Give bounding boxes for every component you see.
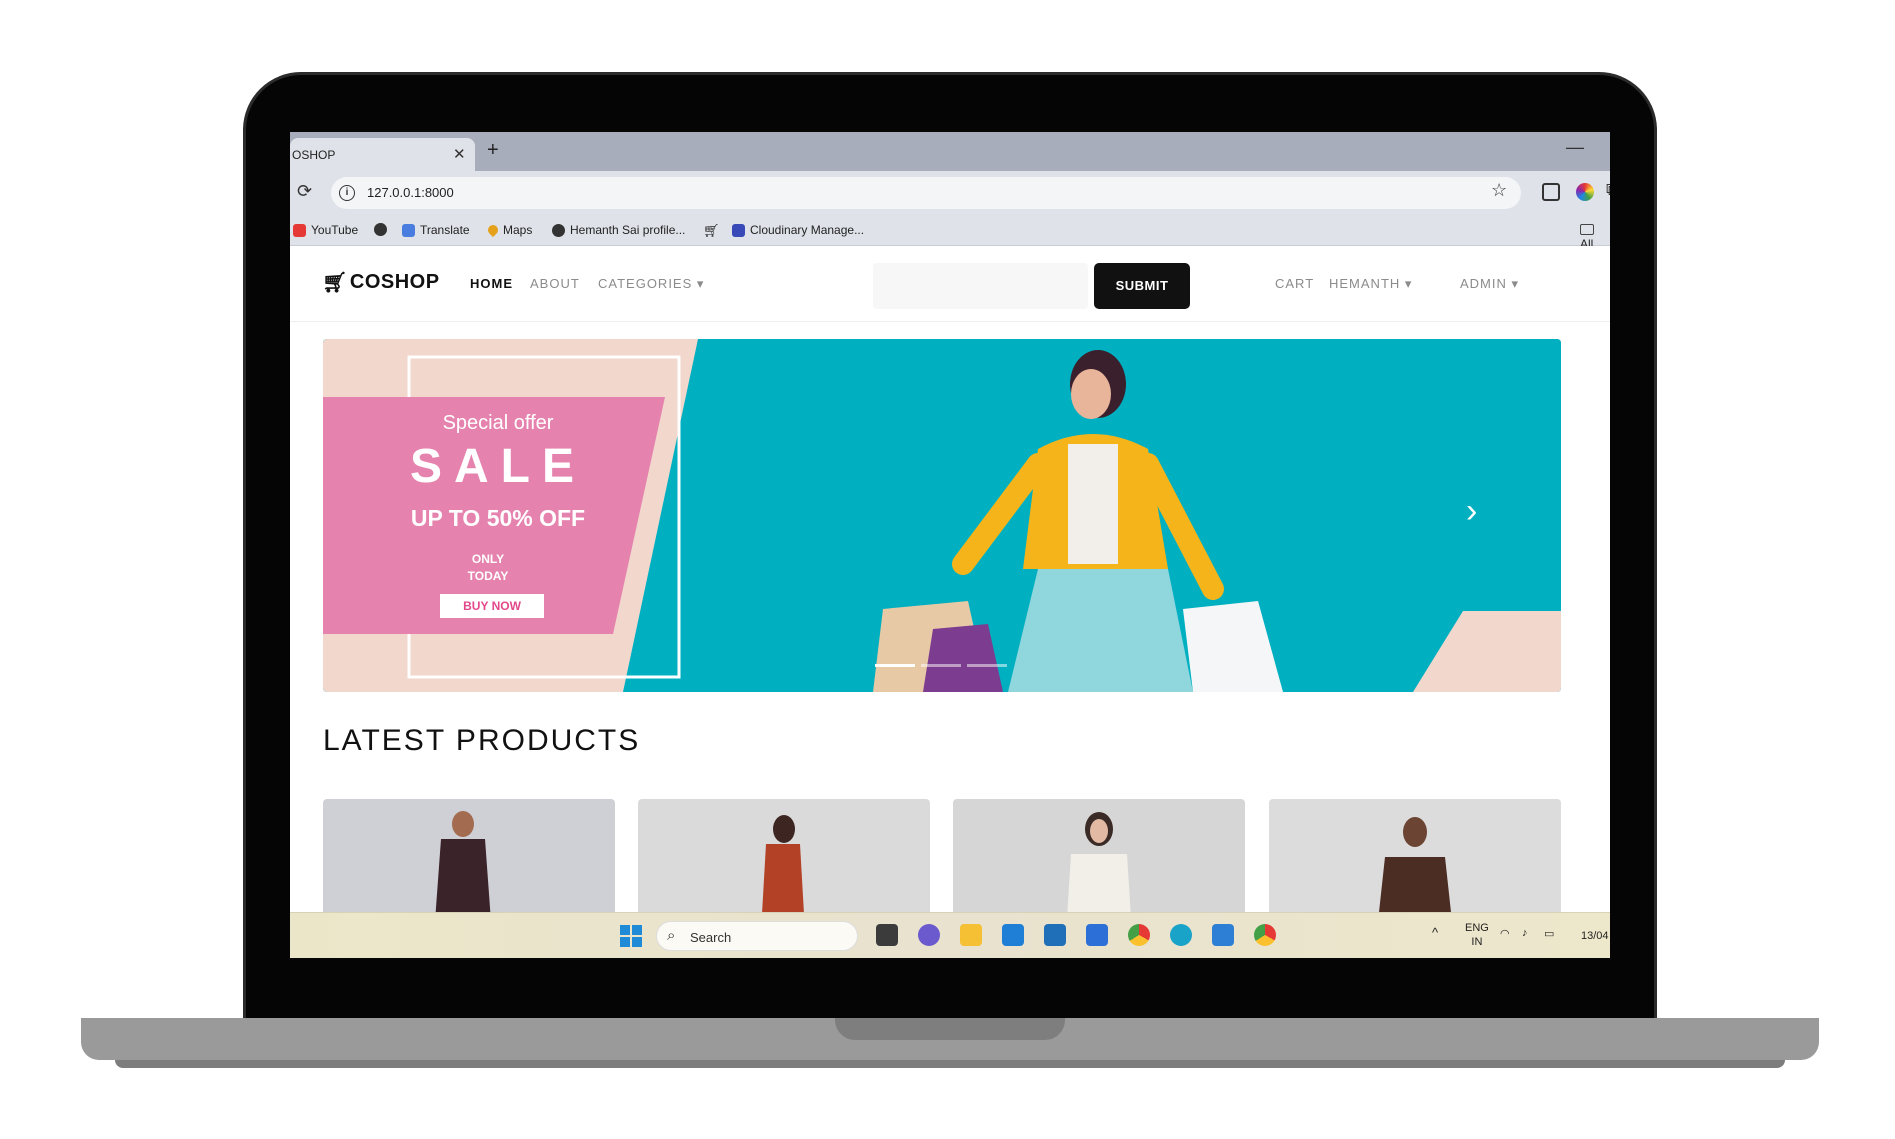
mail-icon[interactable] [1002, 924, 1024, 946]
nav-categories-dropdown[interactable]: CATEGORIES ▾ [598, 276, 704, 292]
vscode-icon[interactable] [1212, 924, 1234, 946]
laptop-screen: OSHOP ✕ + — ⟳ i 127.0.0.1:8000 ☆ ⧉ YouTu… [290, 132, 1610, 958]
bookmark-label: Translate [420, 223, 470, 237]
buy-now-button[interactable]: BUY NOW [440, 594, 544, 618]
cart-icon: 🛒︎ [703, 223, 720, 238]
carousel-next-icon[interactable]: › [1466, 492, 1477, 531]
photos-icon[interactable] [1086, 924, 1108, 946]
bookmark-label: Maps [503, 223, 533, 237]
bookmark-translate[interactable]: Translate [402, 223, 470, 237]
product-grid [323, 799, 1561, 949]
battery-icon[interactable]: ▭ [1544, 927, 1554, 940]
clock[interactable]: 13/04 [1581, 930, 1609, 942]
carousel-indicators [875, 664, 1007, 667]
tab-title: OSHOP [292, 148, 336, 162]
hero-carousel[interactable]: Special offer SALE UP TO 50% OFF ONLY TO… [323, 339, 1561, 692]
minimize-icon[interactable]: — [1566, 137, 1584, 158]
bookmark-profile[interactable]: Hemanth Sai profile... [552, 223, 685, 237]
chrome-icon[interactable] [1128, 924, 1150, 946]
tray-chevron-icon[interactable]: ^ [1432, 925, 1438, 940]
globe-icon [374, 223, 387, 236]
nav-home[interactable]: HOME [470, 276, 513, 291]
submit-button[interactable]: SUBMIT [1094, 263, 1190, 309]
hero-only-today: ONLY TODAY [438, 551, 538, 585]
taskbar-search[interactable]: ⌕ Search [656, 921, 858, 951]
bookmark-label: Hemanth Sai profile... [570, 223, 686, 237]
hero-discount: UP TO 50% OFF [410, 505, 586, 531]
bookmark-youtube[interactable]: YouTube [293, 223, 358, 237]
address-bar[interactable]: i 127.0.0.1:8000 ☆ [331, 177, 1521, 209]
search-icon: ⌕ [667, 927, 676, 944]
taskbar-search-label: Search [690, 930, 732, 945]
windows-start-icon[interactable] [620, 925, 642, 947]
url-text[interactable]: 127.0.0.1:8000 [367, 185, 454, 200]
maps-pin-icon [485, 222, 501, 238]
close-tab-icon[interactable]: ✕ [453, 145, 466, 163]
laptop-notch [835, 1018, 1065, 1040]
cart-logo-icon: 🛒︎ [322, 272, 348, 294]
laptop-base-edge [115, 1060, 1785, 1068]
carousel-indicator[interactable] [921, 664, 961, 667]
bookmark-maps[interactable]: Maps [485, 222, 533, 238]
carousel-indicator[interactable] [875, 664, 915, 667]
brand-name: COSHOP [349, 271, 440, 293]
browser-toolbar: ⟳ i 127.0.0.1:8000 ☆ ⧉ [290, 171, 1610, 215]
nav-user-dropdown[interactable]: HEMANTH ▾ [1329, 276, 1412, 292]
bookmark-cart[interactable]: 🛒︎ [703, 223, 720, 239]
page: OSHOP ✕ + — ⟳ i 127.0.0.1:8000 ☆ ⧉ YouTu… [0, 0, 1895, 1139]
nav-about[interactable]: ABOUT [530, 276, 580, 291]
bookmark-cloudinary[interactable]: Cloudinary Manage... [732, 223, 864, 237]
nav-admin-dropdown[interactable]: ADMIN ▾ [1460, 276, 1519, 292]
os-taskbar: ⌕ Search ^ ENG IN ◠ ♪ ▭ 13/04 [290, 912, 1610, 958]
hero-only: ONLY [471, 552, 505, 566]
section-title: LATEST PRODUCTS [323, 724, 641, 757]
color-extension-icon[interactable] [1576, 183, 1594, 201]
carousel-indicator[interactable] [967, 664, 1007, 667]
chrome-profile-icon[interactable] [1254, 924, 1276, 946]
volume-icon[interactable]: ♪ [1522, 927, 1528, 939]
language-code: ENG [1465, 922, 1489, 934]
globe-icon [552, 223, 565, 237]
bookmark-label: Cloudinary Manage... [750, 223, 865, 237]
bookmarks-bar: YouTube Translate Maps Hemanth Sai profi… [290, 215, 1610, 251]
wifi-icon[interactable]: ◠ [1500, 927, 1510, 940]
hero-today: TODAY [467, 569, 509, 583]
search-input[interactable] [873, 263, 1088, 309]
bookmark-globe[interactable] [374, 223, 387, 236]
edge-icon[interactable] [1170, 924, 1192, 946]
youtube-icon [293, 223, 306, 237]
bookmark-star-icon[interactable]: ☆ [1491, 180, 1507, 201]
brand-logo[interactable]: 🛒︎ COSHOP [322, 270, 440, 295]
picture-in-picture-icon[interactable] [1542, 183, 1560, 201]
translate-icon [402, 223, 415, 237]
region-code: IN [1471, 936, 1483, 948]
cloudinary-icon [732, 223, 745, 237]
browser-tab-bar: OSHOP ✕ + — [290, 132, 1610, 171]
nav-cart[interactable]: CART [1275, 276, 1314, 291]
file-explorer-icon[interactable] [960, 924, 982, 946]
task-view-icon[interactable] [876, 924, 898, 946]
hero-special-offer: Special offer [442, 412, 554, 434]
language-indicator[interactable]: ENG IN [1465, 921, 1489, 949]
extensions-icon[interactable]: ⧉ [1606, 180, 1610, 200]
new-tab-icon[interactable]: + [487, 139, 499, 162]
folder-icon [1580, 224, 1594, 235]
chat-icon[interactable] [918, 924, 940, 946]
info-icon[interactable]: i [339, 185, 355, 201]
site-navbar: 🛒︎ COSHOP HOME ABOUT CATEGORIES ▾ SUBMIT… [290, 246, 1610, 322]
reload-icon[interactable]: ⟳ [297, 181, 312, 202]
hero-sale: SALE [409, 440, 586, 493]
store-icon[interactable] [1044, 924, 1066, 946]
browser-tab[interactable]: OSHOP ✕ [290, 138, 475, 171]
bookmark-label: YouTube [311, 223, 359, 237]
